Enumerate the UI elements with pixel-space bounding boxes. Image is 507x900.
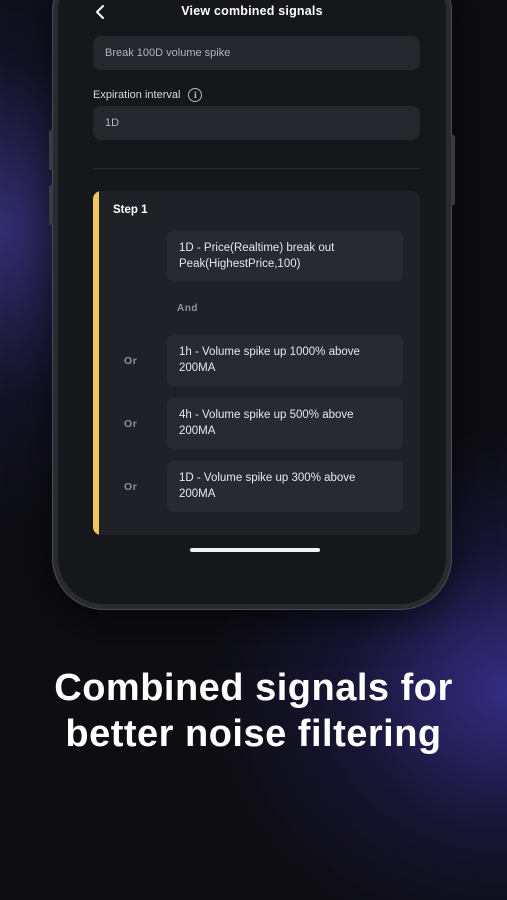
signal-name-field[interactable]: Break 100D volume spike	[93, 36, 420, 70]
condition-box[interactable]: 1h - Volume spike up 1000% above 200MA	[167, 335, 403, 386]
app-header: View combined signals	[58, 0, 446, 24]
condition-box[interactable]: 4h - Volume spike up 500% above 200MA	[167, 398, 403, 449]
expiration-label-row: Expiration interval i	[93, 88, 203, 102]
phone-side-button	[49, 130, 53, 170]
expiration-label: Expiration interval	[93, 89, 181, 101]
or-connector: Or	[124, 355, 138, 367]
promo-headline: Combined signals for better noise filter…	[54, 667, 453, 755]
phone-screen: View combined signals Break 100D volume …	[58, 0, 446, 604]
step-title: Step 1	[113, 204, 148, 216]
page-title: View combined signals	[181, 4, 323, 18]
home-indicator[interactable]	[190, 548, 320, 552]
divider	[93, 168, 420, 169]
phone-side-button	[49, 185, 53, 225]
condition-box[interactable]: 1D - Price(Realtime) break out Peak(High…	[167, 231, 403, 281]
or-connector: Or	[124, 481, 138, 493]
condition-box[interactable]: 1D - Volume spike up 300% above 200MA	[167, 461, 403, 512]
expiration-interval-field[interactable]: 1D	[93, 106, 420, 140]
phone-frame: View combined signals Break 100D volume …	[49, 0, 455, 610]
and-connector: And	[177, 303, 198, 314]
phone-side-button	[451, 135, 455, 205]
step-card: Step 1 1D - Price(Realtime) break out Pe…	[93, 191, 420, 535]
promo-canvas: View combined signals Break 100D volume …	[0, 0, 507, 900]
step-accent-bar	[93, 191, 99, 535]
info-icon[interactable]: i	[188, 88, 203, 102]
or-connector: Or	[124, 418, 138, 430]
